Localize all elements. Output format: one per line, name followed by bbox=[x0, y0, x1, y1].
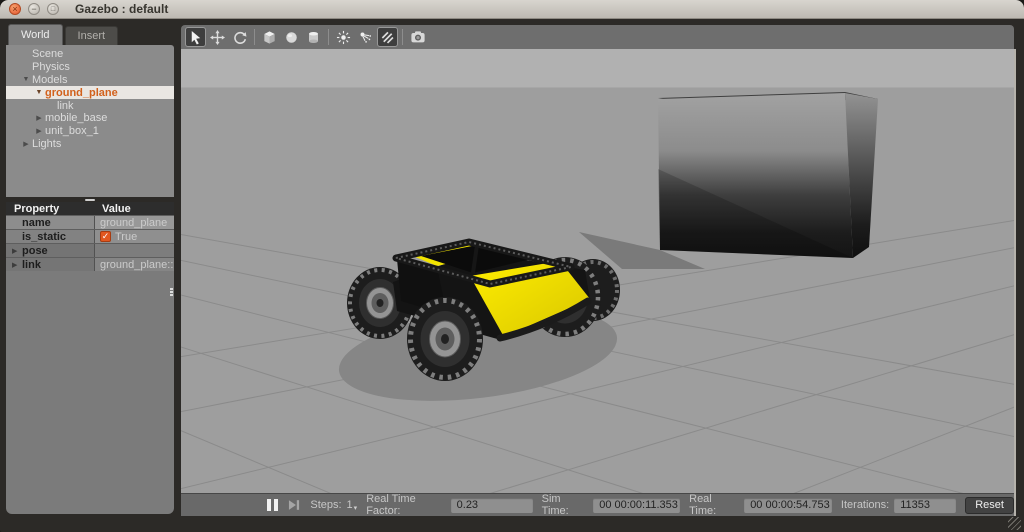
iterations-value: 11353 bbox=[894, 498, 956, 513]
property-row-link[interactable]: ▶link ground_plane::link bbox=[6, 257, 174, 271]
steps-label: Steps: bbox=[310, 499, 341, 511]
rotate-tool-button[interactable] bbox=[229, 27, 250, 47]
pause-button[interactable] bbox=[267, 498, 278, 512]
property-panel: Property Value name ground_plane is_stat… bbox=[6, 202, 174, 514]
sim-time-value: 00 00:00:11.353 bbox=[593, 498, 680, 513]
wheel-front-left bbox=[407, 297, 483, 381]
tree-item-ground-plane[interactable]: ▼ground_plane bbox=[6, 86, 174, 99]
tree-item-unit-box-1[interactable]: ▶unit_box_1 bbox=[6, 125, 174, 138]
check-icon: ✓ bbox=[102, 231, 110, 242]
toolbar-separator bbox=[402, 29, 403, 45]
step-button[interactable] bbox=[287, 498, 301, 512]
toolbar-separator bbox=[254, 29, 255, 45]
tree-item-link[interactable]: link bbox=[6, 99, 174, 112]
chevron-right-icon[interactable]: ▶ bbox=[33, 127, 45, 135]
real-time-value: 00 00:00:54.753 bbox=[744, 498, 832, 513]
tree-item-models[interactable]: ▼Models bbox=[6, 74, 174, 87]
chevron-right-icon[interactable]: ▶ bbox=[12, 247, 17, 255]
resize-grip[interactable] bbox=[1008, 517, 1021, 530]
maximize-button[interactable]: □ bbox=[47, 3, 59, 15]
screenshot-button[interactable] bbox=[407, 27, 428, 47]
steps-spinner[interactable]: 1▾ bbox=[347, 499, 358, 511]
rtf-value: 0.23 bbox=[451, 498, 533, 513]
select-tool-button[interactable] bbox=[185, 27, 206, 47]
scene-canvas[interactable] bbox=[181, 49, 1014, 493]
scene-render bbox=[181, 49, 1014, 493]
translate-tool-button[interactable] bbox=[207, 27, 228, 47]
spot-light-button[interactable] bbox=[355, 27, 376, 47]
tree-item-scene[interactable]: Scene bbox=[6, 48, 174, 61]
cursor-arrow-icon bbox=[188, 30, 203, 45]
close-button[interactable]: × bbox=[9, 3, 21, 15]
chevron-down-icon[interactable]: ▼ bbox=[20, 76, 32, 83]
caret-down-icon: ▾ bbox=[354, 505, 358, 512]
property-row-pose[interactable]: ▶pose bbox=[6, 243, 174, 257]
box-icon bbox=[262, 30, 277, 45]
chevron-right-icon[interactable]: ▶ bbox=[33, 114, 45, 122]
splitter-handle-icon bbox=[85, 199, 95, 201]
real-time-label: Real Time: bbox=[689, 493, 739, 517]
property-row-name[interactable]: name ground_plane bbox=[6, 215, 174, 229]
viewport-edge-highlight bbox=[1014, 49, 1016, 516]
translate-icon bbox=[210, 30, 225, 45]
rtf-label: Real Time Factor: bbox=[366, 493, 445, 517]
minimize-button[interactable]: − bbox=[28, 3, 40, 15]
sim-time-label: Sim Time: bbox=[542, 493, 589, 517]
tab-world[interactable]: World bbox=[8, 24, 63, 45]
property-row-is-static[interactable]: is_static ✓ True bbox=[6, 229, 174, 243]
window-title: Gazebo : default bbox=[75, 2, 168, 16]
titlebar: × − □ Gazebo : default bbox=[0, 0, 1024, 19]
rotate-icon bbox=[232, 30, 247, 45]
chevron-right-icon[interactable]: ▶ bbox=[12, 261, 17, 269]
toolbar-separator bbox=[328, 29, 329, 45]
render-viewport: Steps: 1▾ Real Time Factor: 0.23 Sim Tim… bbox=[181, 24, 1014, 516]
sky bbox=[181, 49, 1014, 87]
directional-light-button[interactable] bbox=[377, 27, 398, 47]
world-tree: Scene Physics ▼Models ▼ground_plane link… bbox=[6, 45, 174, 197]
simulation-statusbar: Steps: 1▾ Real Time Factor: 0.23 Sim Tim… bbox=[181, 493, 1014, 516]
sidebar-tabs: World Insert bbox=[4, 24, 178, 45]
cylinder-icon bbox=[306, 30, 321, 45]
camera-icon bbox=[410, 29, 426, 45]
render-toolbar bbox=[181, 25, 1014, 49]
chevron-right-icon[interactable]: ▶ bbox=[20, 140, 32, 148]
tree-item-lights[interactable]: ▶Lights bbox=[6, 138, 174, 151]
tree-item-mobile-base[interactable]: ▶mobile_base bbox=[6, 112, 174, 125]
sphere-icon bbox=[284, 30, 299, 45]
property-table-header: Property Value bbox=[6, 202, 174, 215]
spot-light-icon bbox=[358, 30, 373, 45]
iterations-label: Iterations: bbox=[841, 499, 889, 511]
directional-light-icon bbox=[380, 30, 395, 45]
insert-sphere-button[interactable] bbox=[281, 27, 302, 47]
property-scrollbar[interactable] bbox=[169, 288, 173, 298]
insert-cylinder-button[interactable] bbox=[303, 27, 324, 47]
point-light-button[interactable] bbox=[333, 27, 354, 47]
point-light-icon bbox=[336, 30, 351, 45]
insert-box-button[interactable] bbox=[259, 27, 280, 47]
is-static-checkbox[interactable]: ✓ bbox=[100, 231, 111, 242]
sidebar: World Insert Scene Physics ▼Models ▼grou… bbox=[4, 24, 178, 516]
gazebo-window: × − □ Gazebo : default World Insert Scen… bbox=[0, 0, 1024, 532]
tree-item-physics[interactable]: Physics bbox=[6, 61, 174, 74]
reset-button[interactable]: Reset bbox=[965, 497, 1014, 514]
chevron-down-icon[interactable]: ▼ bbox=[33, 89, 45, 96]
tab-insert[interactable]: Insert bbox=[65, 26, 119, 45]
unit-box-model[interactable] bbox=[658, 92, 878, 258]
